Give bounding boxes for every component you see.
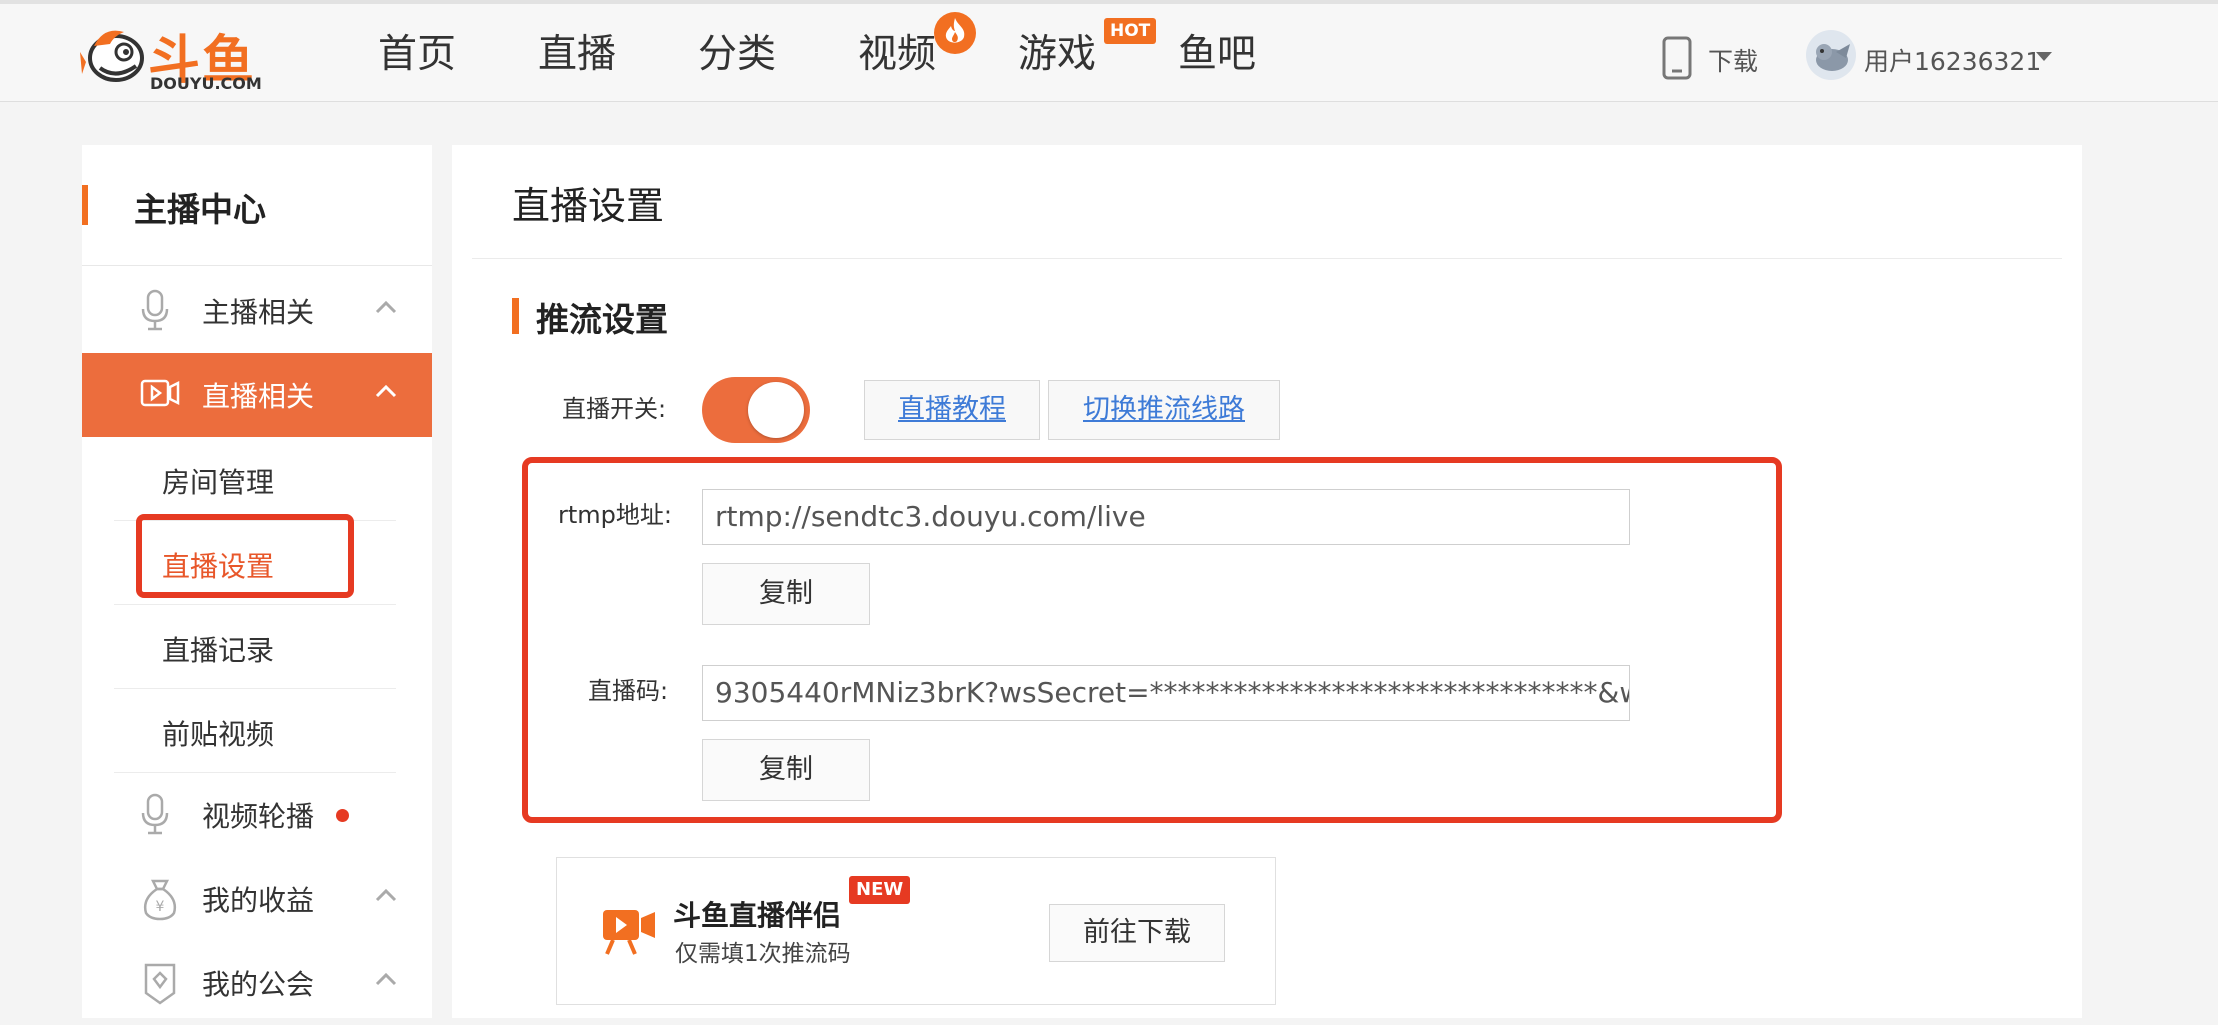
copy-rtmp-button[interactable]: 复制 (702, 563, 870, 625)
sidebar: 主播中心 主播相关 直播相关 房间管理 直播设置 直播记录 前贴视频 视频轮播 … (82, 145, 432, 1018)
sidebar-group-video-carousel[interactable]: 视频轮播 (82, 773, 432, 857)
sidebar-group-earnings[interactable]: ¥ 我的收益 (82, 857, 432, 941)
stream-key-field[interactable]: 9305440rMNiz3brK?wsSecret=**************… (702, 665, 1630, 721)
live-switch-label: 直播开关: (562, 395, 667, 423)
user-name: 用户16236321 (1864, 47, 2042, 76)
sidebar-item-label: 直播记录 (162, 634, 275, 667)
rtmp-label: rtmp地址: (558, 501, 672, 529)
promo-title: 斗鱼直播伴侣 (673, 899, 842, 932)
new-badge: NEW (849, 876, 911, 904)
sidebar-divider (82, 265, 432, 266)
sidebar-group-label: 主播相关 (202, 296, 315, 329)
fire-badge-icon (934, 12, 976, 54)
tutorial-link[interactable]: 直播教程 (864, 380, 1040, 440)
chevron-up-icon (375, 972, 397, 986)
page-title: 直播设置 (512, 184, 665, 228)
promo-subtitle: 仅需填1次推流码 (675, 941, 851, 967)
logo-subtext: DOUYU.COM (150, 74, 262, 93)
sidebar-group-guild[interactable]: 我的公会 (82, 941, 432, 1025)
switch-route-link[interactable]: 切换推流线路 (1048, 380, 1280, 440)
sidebar-item-live-settings[interactable]: 直播设置 (114, 521, 396, 605)
nav-fish-bar[interactable]: 鱼吧 (1178, 30, 1256, 80)
sidebar-item-preroll-video[interactable]: 前贴视频 (114, 689, 396, 773)
main-divider (472, 258, 2062, 259)
chevron-up-icon (375, 300, 397, 314)
copy-stream-key-button[interactable]: 复制 (702, 739, 870, 801)
main-panel: 直播设置 推流设置 直播开关: 直播教程 切换推流线路 rtmp地址: rtmp… (452, 145, 2082, 1018)
companion-app-promo: 斗鱼直播伴侣 NEW 仅需填1次推流码 前往下载 (556, 857, 1276, 1005)
go-download-button[interactable]: 前往下载 (1049, 904, 1225, 962)
sidebar-group-live[interactable]: 直播相关 (82, 353, 432, 437)
sidebar-group-label: 我的公会 (202, 968, 315, 1001)
download-label: 下载 (1708, 47, 1759, 76)
microphone-icon (141, 289, 169, 331)
money-bag-icon: ¥ (143, 879, 177, 921)
nav-live[interactable]: 直播 (538, 30, 616, 80)
video-camera-icon (140, 379, 180, 407)
user-avatar-icon (1816, 44, 1850, 71)
hot-badge: HOT (1104, 18, 1157, 44)
nav-home[interactable]: 首页 (378, 30, 456, 80)
section-accent (512, 298, 519, 334)
sidebar-item-label: 前贴视频 (162, 718, 275, 751)
sidebar-item-room-management[interactable]: 房间管理 (114, 437, 396, 521)
nav-category[interactable]: 分类 (698, 30, 776, 80)
toggle-knob (748, 382, 804, 438)
nav-video[interactable]: 视频 (858, 30, 936, 80)
mobile-phone-icon (1662, 36, 1692, 80)
video-camera-icon (603, 910, 655, 955)
chevron-up-icon (375, 888, 397, 902)
chevron-down-icon[interactable] (2036, 52, 2052, 61)
sidebar-item-label: 房间管理 (162, 466, 275, 499)
section-title: 推流设置 (536, 300, 668, 339)
fish-mascot-icon (80, 30, 144, 82)
svg-text:¥: ¥ (156, 899, 165, 915)
sidebar-item-live-records[interactable]: 直播记录 (114, 605, 396, 689)
avatar (1806, 30, 1856, 80)
douyu-logo[interactable]: 斗鱼 DOUYU.COM (80, 18, 270, 94)
sidebar-title: 主播中心 (134, 190, 266, 229)
sidebar-group-streamer[interactable]: 主播相关 (82, 269, 432, 353)
sidebar-group-label: 视频轮播 (202, 800, 315, 833)
sidebar-title-accent (82, 185, 88, 225)
shield-icon (144, 963, 176, 1005)
notification-dot (336, 809, 349, 822)
sidebar-group-label: 直播相关 (202, 380, 315, 413)
chevron-up-icon (375, 384, 397, 398)
nav-games[interactable]: 游戏 (1018, 30, 1096, 80)
microphone-icon (141, 793, 169, 835)
stream-key-label: 直播码: (588, 677, 669, 705)
sidebar-item-label: 直播设置 (162, 550, 275, 583)
top-navigation-bar: 斗鱼 DOUYU.COM 首页 直播 分类 视频 游戏 HOT 鱼吧 下载 用户… (0, 0, 2218, 102)
rtmp-address-field[interactable]: rtmp://sendtc3.douyu.com/live (702, 489, 1630, 545)
live-switch-toggle[interactable] (702, 377, 810, 443)
sidebar-group-label: 我的收益 (202, 884, 315, 917)
